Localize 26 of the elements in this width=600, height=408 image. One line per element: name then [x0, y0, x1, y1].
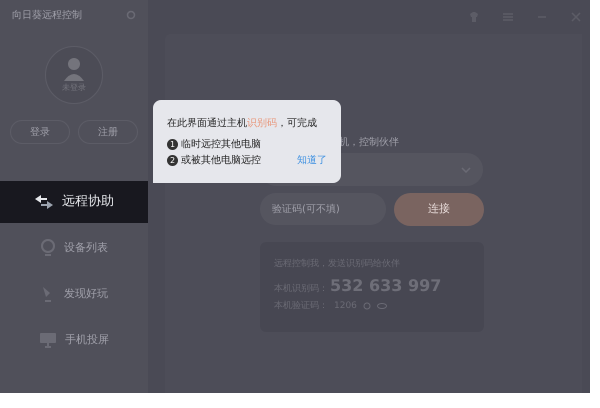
nav-label: 手机投屏 [65, 332, 109, 348]
window-title: 向日葵远程控制 [12, 8, 82, 22]
tooltip-item: 或被其他电脑远控 [181, 154, 261, 168]
nav-item[interactable]: 手机投屏 [0, 319, 148, 361]
connect-button[interactable]: 连接 [394, 193, 484, 226]
number-marker: 2 [167, 155, 178, 166]
monitor-icon [39, 331, 57, 349]
got-it-link[interactable]: 知道了 [297, 153, 327, 168]
number-marker: 1 [167, 139, 178, 150]
person-silhouette-icon [61, 56, 87, 82]
auth-button[interactable]: 注册 [78, 120, 138, 144]
location-pin-icon [40, 239, 56, 257]
eye-icon[interactable] [376, 303, 387, 310]
nav-label: 设备列表 [64, 240, 108, 256]
tooltip-item: 临时远控其他电脑 [181, 138, 261, 152]
nav-item[interactable]: 远程协助 [0, 181, 148, 223]
swap-arrows-icon [34, 194, 54, 210]
nav-label: 远程协助 [62, 193, 114, 212]
nav-label: 发现好玩 [64, 286, 108, 302]
auth-button[interactable]: 登录 [10, 120, 70, 144]
verify-code-field[interactable]: 验证码(可不填) [260, 193, 386, 225]
refresh-icon[interactable] [362, 302, 371, 310]
nav-item[interactable]: 设备列表 [0, 227, 148, 269]
tooltip-text: 在此界面通过主机识别码，可完成 [167, 116, 318, 131]
settings-icon[interactable] [126, 10, 136, 20]
nav-item[interactable]: 发现好玩 [0, 273, 148, 315]
